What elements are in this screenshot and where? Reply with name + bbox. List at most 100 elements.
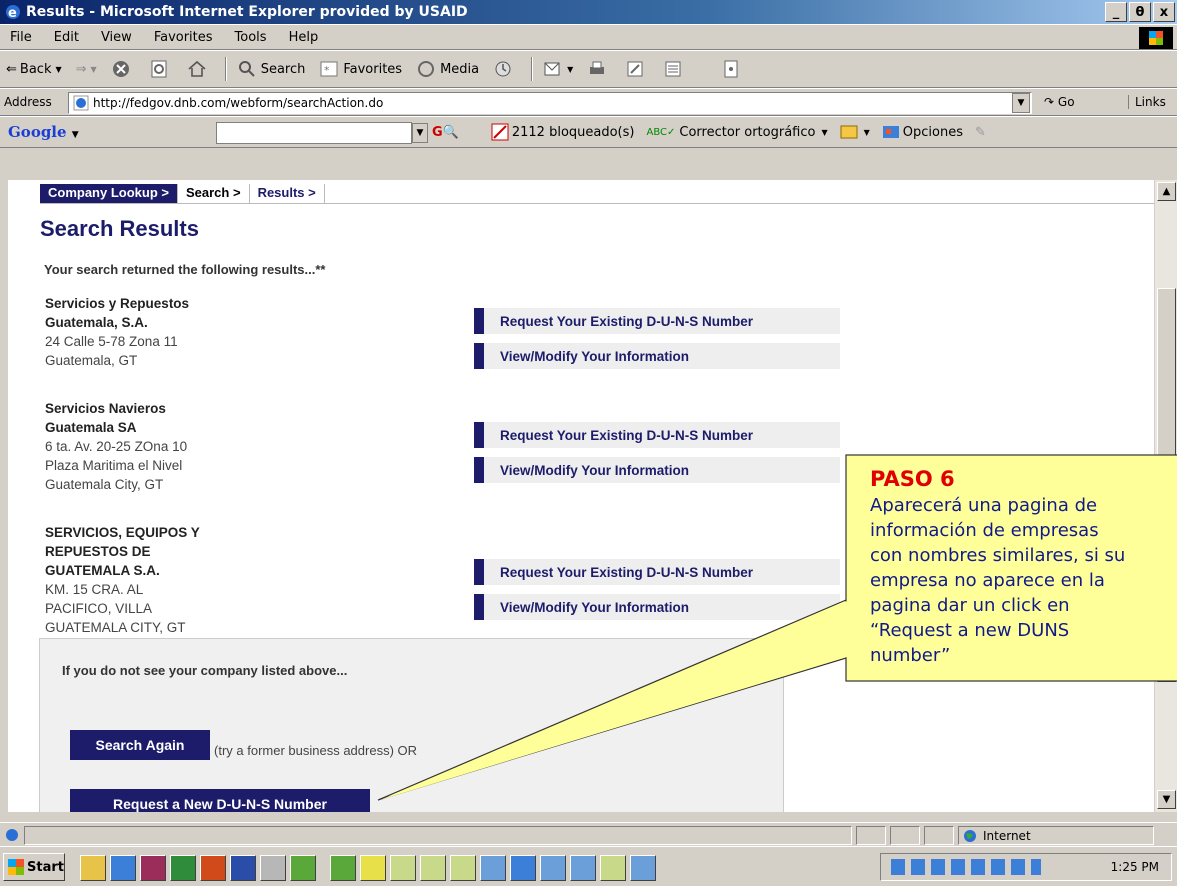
system-tray: 1:25 PM (880, 853, 1172, 881)
search-again-hint: (try a former business address) OR (214, 743, 418, 758)
task-button[interactable] (330, 855, 356, 881)
callout-line: number” (870, 645, 951, 666)
address-url: http://fedgov.dnb.com/webform/searchActi… (93, 96, 384, 110)
task-button[interactable] (450, 855, 476, 881)
google-logo[interactable]: Google ▼ (8, 123, 79, 141)
tray-icons[interactable] (891, 859, 1041, 875)
status-cell (856, 826, 886, 845)
favorites-button[interactable]: * Favorites (319, 59, 402, 79)
breadcrumb-results[interactable]: Results > (249, 184, 325, 204)
address-input[interactable]: http://fedgov.dnb.com/webform/searchActi… (68, 92, 1032, 114)
refresh-icon (151, 60, 167, 78)
options-button[interactable]: Opciones (882, 124, 963, 140)
quicklaunch-icon[interactable] (140, 855, 166, 881)
popup-blocker-button[interactable]: 2112 bloqueado(s) (491, 123, 634, 141)
google-search-button[interactable]: G 🔍 (432, 125, 459, 140)
menu-file[interactable]: File (10, 30, 32, 45)
menu-tools[interactable]: Tools (235, 30, 267, 45)
restore-button[interactable]: θ (1129, 2, 1151, 22)
view-modify-info-link[interactable]: View/Modify Your Information (474, 594, 840, 620)
links-button[interactable]: Links (1128, 95, 1166, 109)
view-modify-info-link[interactable]: View/Modify Your Information (474, 457, 840, 483)
content-frame-bottom (0, 812, 1177, 822)
history-button[interactable] (493, 59, 517, 79)
menu-edit[interactable]: Edit (54, 30, 79, 45)
stop-button[interactable] (111, 59, 135, 79)
highlighter-icon: ✎ (975, 124, 986, 140)
task-button[interactable] (630, 855, 656, 881)
company-name: SERVICIOS, EQUIPOS Y (45, 525, 200, 540)
home-button[interactable] (187, 59, 211, 79)
home-icon (188, 60, 206, 77)
edit-button[interactable] (625, 59, 649, 79)
request-new-duns-button[interactable]: Request a New D-U-N-S Number (70, 789, 370, 812)
request-existing-duns-link[interactable]: Request Your Existing D-U-N-S Number (474, 422, 840, 448)
company-name: Guatemala SA (45, 420, 137, 435)
callout-line: información de empresas (870, 520, 1099, 541)
start-button[interactable]: Start (3, 853, 65, 881)
menu-help[interactable]: Help (289, 30, 319, 45)
refresh-button[interactable] (149, 59, 173, 79)
google-search-dropdown[interactable]: ▼ (412, 123, 428, 143)
close-button[interactable]: x (1153, 2, 1175, 22)
mail-button[interactable]: ▼ (543, 59, 573, 79)
task-button[interactable] (390, 855, 416, 881)
address-dropdown-button[interactable]: ▼ (1012, 93, 1030, 113)
menu-view[interactable]: View (101, 30, 132, 45)
task-button[interactable] (360, 855, 386, 881)
request-existing-duns-link[interactable]: Request Your Existing D-U-N-S Number (474, 308, 840, 334)
highlight-button[interactable]: ✎ (975, 125, 986, 140)
company-address: 6 ta. Av. 20-25 ZOna 10 (45, 439, 188, 454)
link-bullet (474, 457, 484, 483)
company-address: 24 Calle 5-78 Zona 11 (45, 334, 178, 349)
scroll-down-button[interactable]: ▼ (1157, 790, 1176, 809)
clock: 1:25 PM (1110, 860, 1159, 874)
quicklaunch-icon[interactable] (290, 855, 316, 881)
print-button[interactable] (587, 59, 611, 79)
quicklaunch-icon[interactable] (200, 855, 226, 881)
search-button[interactable]: Search (237, 59, 305, 79)
task-button[interactable] (600, 855, 626, 881)
status-cell (890, 826, 920, 845)
breadcrumb: Company Lookup > Search > Results > (40, 184, 325, 204)
task-button[interactable] (570, 855, 596, 881)
quicklaunch-icon[interactable] (170, 855, 196, 881)
menu-favorites[interactable]: Favorites (154, 30, 213, 45)
autofill-button[interactable]: ▼ (840, 124, 870, 140)
chevron-down-icon: ▼ (71, 130, 79, 140)
edit-icon (627, 61, 643, 77)
link-bullet (474, 594, 484, 620)
not-found-panel: If you do not see your company listed ab… (39, 638, 784, 812)
task-button[interactable] (510, 855, 536, 881)
view-modify-info-link[interactable]: View/Modify Your Information (474, 343, 840, 369)
company-address: Guatemala City, GT (45, 477, 164, 492)
minimize-button[interactable]: _ (1105, 2, 1127, 22)
scroll-up-button[interactable]: ▲ (1157, 182, 1176, 201)
start-label: Start (27, 859, 64, 875)
go-button[interactable]: ↷ Go (1044, 95, 1075, 109)
messenger-button[interactable] (721, 59, 745, 79)
company-listing: SERVICIOS, EQUIPOS Y REPUESTOS DE GUATEM… (45, 523, 200, 637)
media-button[interactable]: Media (416, 59, 479, 79)
search-again-button[interactable]: Search Again (70, 730, 210, 760)
discuss-button[interactable] (663, 59, 687, 79)
chevron-down-icon: ▼ (821, 127, 828, 137)
quicklaunch-icon[interactable] (230, 855, 256, 881)
back-button[interactable]: ⇐ Back ▼ (6, 62, 62, 77)
address-bar: Address http://fedgov.dnb.com/webform/se… (0, 88, 1177, 116)
quicklaunch-icon[interactable] (260, 855, 286, 881)
google-search-input[interactable] (216, 122, 412, 144)
breadcrumb-company-lookup[interactable]: Company Lookup > (40, 184, 178, 204)
quicklaunch-icon[interactable] (110, 855, 136, 881)
breadcrumb-search[interactable]: Search > (177, 184, 250, 204)
task-button[interactable] (420, 855, 446, 881)
task-button[interactable] (540, 855, 566, 881)
view-modify-label: View/Modify Your Information (500, 462, 690, 478)
forward-button[interactable]: ⇒ ▼ (76, 62, 97, 77)
company-name: GUATEMALA S.A. (45, 563, 160, 578)
spellcheck-button[interactable]: ABC✓ Corrector ortográfico ▼ (646, 125, 827, 140)
request-existing-duns-link[interactable]: Request Your Existing D-U-N-S Number (474, 559, 840, 585)
task-button[interactable] (480, 855, 506, 881)
quicklaunch-icon[interactable] (80, 855, 106, 881)
company-address: KM. 15 CRA. AL (45, 582, 144, 597)
